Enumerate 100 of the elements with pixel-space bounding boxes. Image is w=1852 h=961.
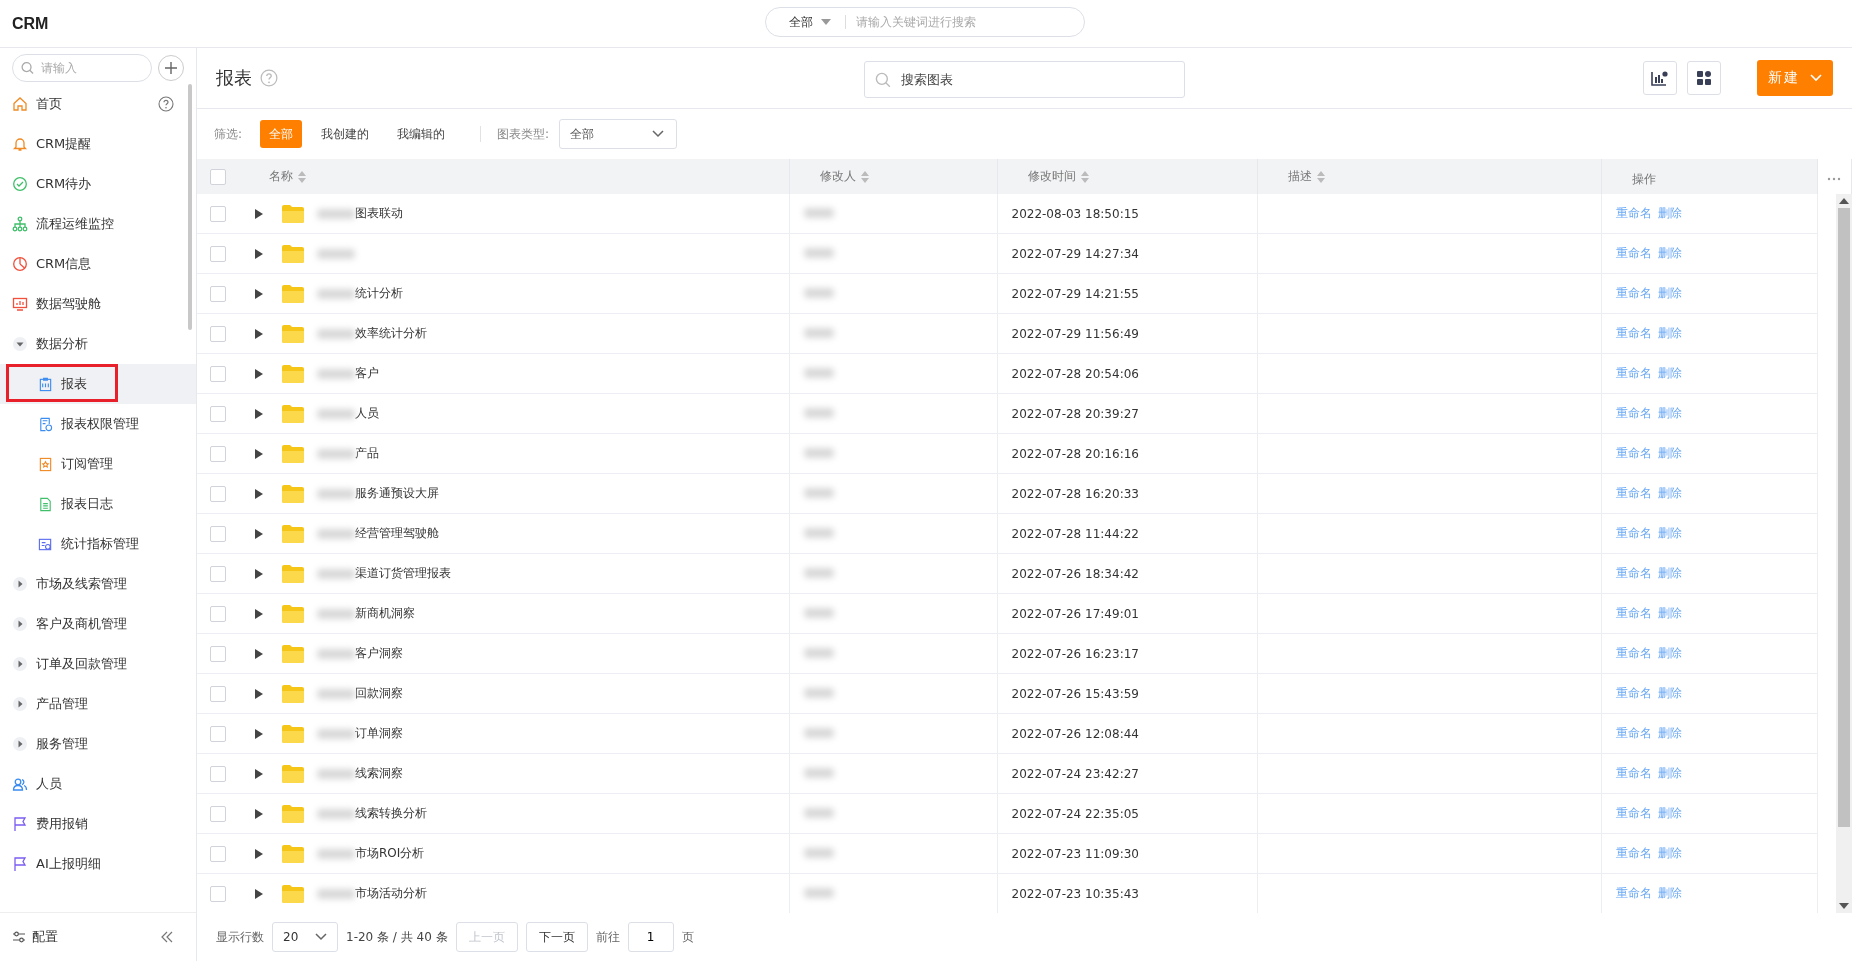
help-icon[interactable] <box>158 96 174 112</box>
sort-icon[interactable] <box>1316 170 1325 183</box>
report-name[interactable]: 产品 <box>355 445 379 462</box>
sort-icon[interactable] <box>860 170 869 183</box>
expand-icon[interactable] <box>255 688 263 699</box>
sidebar-item[interactable]: 报表权限管理 <box>0 404 196 444</box>
report-name[interactable]: 人员 <box>355 405 379 422</box>
page-input[interactable]: 1 <box>627 922 674 952</box>
row-checkbox[interactable] <box>210 285 226 302</box>
chart-settings-button[interactable] <box>1643 61 1677 95</box>
row-checkbox[interactable] <box>210 685 226 702</box>
row-checkbox[interactable] <box>210 885 226 902</box>
expand-icon[interactable] <box>255 248 263 259</box>
report-name[interactable]: 市场活动分析 <box>355 885 427 902</box>
row-checkbox[interactable] <box>210 605 226 622</box>
add-button[interactable] <box>158 55 184 81</box>
help-icon[interactable] <box>260 69 278 87</box>
chart-type-select[interactable]: 全部 <box>559 119 678 149</box>
report-name[interactable]: 经营管理驾驶舱 <box>355 525 439 542</box>
column-header[interactable]: 修改时间 <box>997 159 1257 194</box>
sidebar-group[interactable]: 客户及商机管理 <box>0 604 196 644</box>
next-page-button[interactable]: 下一页 <box>525 922 588 952</box>
row-checkbox[interactable] <box>210 245 226 262</box>
row-checkbox[interactable] <box>210 845 226 862</box>
row-checkbox[interactable] <box>210 765 226 782</box>
expand-icon[interactable] <box>255 328 263 339</box>
report-name[interactable]: 市场ROI分析 <box>355 845 425 862</box>
row-checkbox[interactable] <box>210 445 226 462</box>
expand-icon[interactable] <box>255 448 263 459</box>
dashboard-settings-button[interactable] <box>1687 61 1721 95</box>
row-checkbox[interactable] <box>210 485 226 502</box>
keyword-input[interactable]: 请输入关键词进行搜索 <box>854 14 1084 30</box>
sidebar-group[interactable]: 产品管理 <box>0 684 196 724</box>
row-checkbox[interactable] <box>210 645 226 662</box>
sidebar-group[interactable]: 服务管理 <box>0 724 196 764</box>
sidebar-item[interactable]: 订阅管理 <box>0 444 196 484</box>
more-icon[interactable] <box>1827 176 1842 181</box>
row-checkbox[interactable] <box>210 205 226 222</box>
report-name[interactable]: 客户洞察 <box>355 645 403 662</box>
expand-icon[interactable] <box>255 808 263 819</box>
report-name[interactable]: 服务通预设大屏 <box>355 485 439 502</box>
chart-search-field[interactable]: 搜索图表 <box>864 61 1185 98</box>
expand-icon[interactable] <box>255 288 263 299</box>
expand-icon[interactable] <box>255 488 263 499</box>
sidebar-item[interactable]: 费用报销 <box>0 804 196 844</box>
report-name[interactable]: 线索洞察 <box>355 765 403 782</box>
expand-icon[interactable] <box>255 528 263 539</box>
report-name[interactable]: 效率统计分析 <box>355 325 427 342</box>
sidebar-item[interactable]: 报表 <box>0 364 196 404</box>
sidebar-group[interactable]: 订单及回款管理 <box>0 644 196 684</box>
scroll-down-icon[interactable] <box>1839 903 1849 909</box>
report-name[interactable]: 订单洞察 <box>355 725 403 742</box>
sidebar-group[interactable]: 市场及线索管理 <box>0 564 196 604</box>
column-header[interactable]: 描述 <box>1257 159 1601 194</box>
sidebar-item[interactable]: 流程运维监控 <box>0 204 196 244</box>
sidebar-item[interactable]: 统计指标管理 <box>0 524 196 564</box>
column-header[interactable]: 修改人 <box>789 159 997 194</box>
scroll-up-icon[interactable] <box>1839 198 1849 204</box>
row-checkbox[interactable] <box>210 805 226 822</box>
expand-icon[interactable] <box>255 648 263 659</box>
report-name[interactable]: 统计分析 <box>355 285 403 302</box>
column-header[interactable]: 名称 <box>239 159 789 194</box>
expand-icon[interactable] <box>255 888 263 899</box>
sidebar-item[interactable]: CRM待办 <box>0 164 196 204</box>
expand-icon[interactable] <box>255 728 263 739</box>
sidebar-search-field[interactable]: 请输入 <box>12 54 152 82</box>
row-checkbox[interactable] <box>210 525 226 542</box>
select-all-checkbox[interactable] <box>210 168 226 185</box>
settings-link[interactable]: 配置 <box>12 928 58 946</box>
row-checkbox[interactable] <box>210 365 226 382</box>
expand-icon[interactable] <box>255 408 263 419</box>
row-checkbox[interactable] <box>210 725 226 742</box>
report-name[interactable]: 新商机洞察 <box>355 605 415 622</box>
sidebar-item[interactable]: 首页 <box>0 84 196 124</box>
report-name[interactable]: 渠道订货管理报表 <box>355 565 451 582</box>
report-name[interactable]: 线索转换分析 <box>355 805 427 822</box>
sidebar-item[interactable]: CRM提醒 <box>0 124 196 164</box>
row-checkbox[interactable] <box>210 565 226 582</box>
expand-icon[interactable] <box>255 568 263 579</box>
sidebar-item[interactable]: AI上报明细 <box>0 844 196 884</box>
expand-icon[interactable] <box>255 368 263 379</box>
scrollbar[interactable] <box>188 84 192 330</box>
sidebar-item[interactable]: 人员 <box>0 764 196 804</box>
row-checkbox[interactable] <box>210 405 226 422</box>
scrollbar-thumb[interactable] <box>1838 208 1850 827</box>
expand-icon[interactable] <box>255 208 263 219</box>
sidebar-item[interactable]: CRM信息 <box>0 244 196 284</box>
expand-icon[interactable] <box>255 848 263 859</box>
sidebar-item[interactable]: 报表日志 <box>0 484 196 524</box>
collapse-icon[interactable] <box>160 930 174 944</box>
scope-select[interactable]: 全部 <box>789 13 831 31</box>
expand-icon[interactable] <box>255 768 263 779</box>
sidebar-group[interactable]: 数据分析 <box>0 324 196 364</box>
sort-icon[interactable] <box>298 170 306 183</box>
sidebar-item[interactable]: 数据驾驶舱 <box>0 284 196 324</box>
row-checkbox[interactable] <box>210 325 226 342</box>
report-name[interactable]: 图表联动 <box>355 205 403 222</box>
sort-icon[interactable] <box>1080 170 1089 183</box>
expand-icon[interactable] <box>255 608 263 619</box>
page-size-select[interactable]: 20 <box>272 922 338 952</box>
